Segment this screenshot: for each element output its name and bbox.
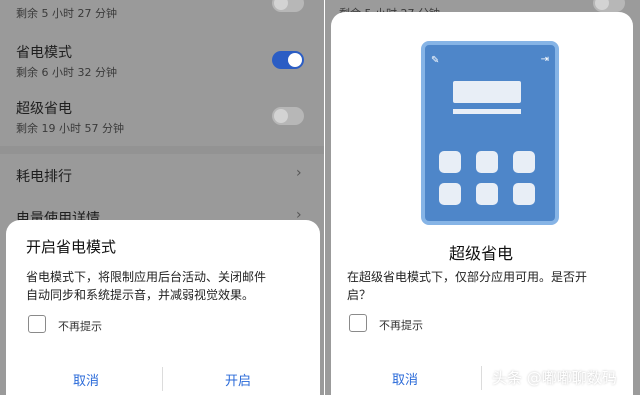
- link-label: 耗电排行: [16, 169, 72, 185]
- ultra-saving-toggle[interactable]: [272, 107, 304, 125]
- ultra-saving-dialog: ✎ ⇥ 超级省电 在超级省电模式下，仅部分应用可用。是否开 启？ 不再提示 取消: [331, 12, 633, 395]
- exit-icon: ⇥: [540, 54, 549, 65]
- right-screen: 剩余 5 小时 27 分钟 ✎ ⇥ 超级省电 在超级省电模式下，仅部分应用可用。…: [325, 0, 640, 395]
- row-title: 省电模式: [16, 45, 72, 61]
- illustration-line: [453, 109, 521, 114]
- section-separator: [0, 146, 325, 154]
- toggle-knob: [288, 53, 302, 67]
- illustration-banner: [453, 81, 521, 103]
- button-divider: [162, 367, 163, 391]
- app-tile: [439, 151, 461, 173]
- cancel-button[interactable]: 取消: [36, 370, 136, 389]
- performance-toggle[interactable]: [272, 0, 304, 12]
- toggle-knob: [274, 0, 288, 10]
- row-subtitle: 剩余 5 小时 27 分钟: [16, 7, 117, 20]
- battery-row-ultra-saving[interactable]: 超级省电 剩余 19 小时 57 分钟: [0, 92, 325, 142]
- dialog-title: 开启省电模式: [26, 238, 117, 256]
- toggle-knob: [595, 0, 609, 10]
- performance-toggle[interactable]: [593, 0, 625, 12]
- row-subtitle: 剩余 19 小时 57 分钟: [16, 122, 124, 135]
- chevron-right-icon: ›: [296, 165, 302, 181]
- row-subtitle: 剩余 6 小时 32 分钟: [16, 66, 117, 79]
- app-tile: [513, 183, 535, 205]
- battery-row-performance[interactable]: 剩余 5 小时 27 分钟: [0, 0, 325, 28]
- left-screen: 剩余 5 小时 27 分钟 省电模式 剩余 6 小时 32 分钟 超级省电 剩余…: [0, 0, 325, 395]
- dialog-body-line: 自动同步和系统提示音，并减弱视觉效果。: [26, 288, 255, 302]
- dont-remind-checkbox[interactable]: [349, 314, 367, 332]
- phone-illustration: ✎ ⇥: [421, 41, 559, 225]
- row-title: 超级省电: [16, 101, 72, 117]
- app-tile: [439, 183, 461, 205]
- app-tile: [476, 183, 498, 205]
- app-tile: [513, 151, 535, 173]
- pencil-icon: ✎: [431, 55, 440, 66]
- checkbox-label: 不再提示: [379, 319, 423, 332]
- enable-button[interactable]: 开启: [188, 370, 288, 389]
- power-saving-dialog: 开启省电模式 省电模式下，将限制应用后台活动、关闭邮件 自动同步和系统提示音，并…: [6, 220, 320, 395]
- app-tile: [476, 151, 498, 173]
- power-saving-toggle[interactable]: [272, 51, 304, 69]
- dialog-title: 超级省电: [449, 244, 514, 263]
- dont-remind-checkbox[interactable]: [28, 315, 46, 333]
- toggle-knob: [274, 109, 288, 123]
- dialog-body-line: 在超级省电模式下，仅部分应用可用。是否开: [347, 270, 588, 284]
- battery-row-power-saving[interactable]: 省电模式 剩余 6 小时 32 分钟: [0, 36, 325, 86]
- checkbox-label: 不再提示: [58, 320, 102, 333]
- button-divider: [481, 366, 482, 390]
- cancel-button[interactable]: 取消: [355, 369, 455, 388]
- dialog-body-line: 启？: [347, 288, 372, 302]
- link-power-ranking[interactable]: 耗电排行 ›: [0, 158, 325, 192]
- dialog-body-line: 省电模式下，将限制应用后台活动、关闭邮件: [26, 270, 267, 284]
- watermark: 头条 @嘟嘟聊数码: [492, 369, 617, 387]
